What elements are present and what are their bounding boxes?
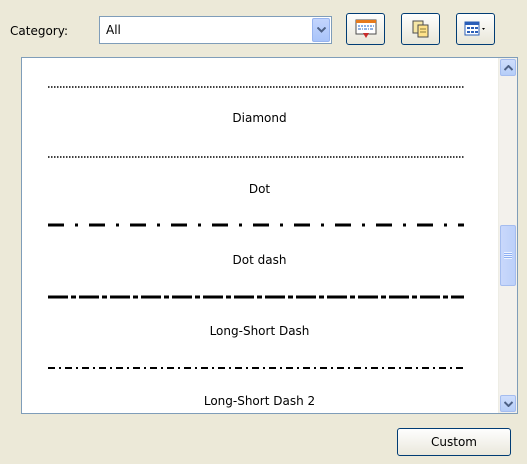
line-style-sample[interactable] <box>48 294 464 300</box>
scroll-up-button[interactable] <box>500 59 516 76</box>
line-styles-button[interactable] <box>346 13 385 45</box>
chevron-down-icon <box>503 400 513 407</box>
line-style-name[interactable]: Long-Short Dash <box>22 324 497 338</box>
category-label: Category: <box>10 24 68 38</box>
line-style-list[interactable]: Diamond Dot Dot dash Long-Short Dash Lon… <box>21 57 518 414</box>
line-style-name[interactable]: Dot dash <box>22 253 497 267</box>
line-style-name[interactable]: Diamond <box>22 111 497 125</box>
scroll-down-button[interactable] <box>500 395 516 412</box>
copy-pages-icon <box>412 20 428 38</box>
line-style-items: Diamond Dot Dot dash Long-Short Dash Lon… <box>22 58 497 413</box>
copy-pages-button[interactable] <box>401 13 440 45</box>
line-style-name[interactable]: Dot <box>22 182 497 196</box>
line-style-sample[interactable] <box>48 365 464 371</box>
line-style-sample[interactable] <box>48 154 464 160</box>
line-style-sample[interactable] <box>48 84 464 90</box>
dropdown-arrow-button[interactable] <box>312 18 330 42</box>
line-style-sample[interactable] <box>48 222 464 228</box>
vertical-scrollbar[interactable] <box>498 58 517 413</box>
category-combobox[interactable]: All <box>99 16 332 44</box>
category-value: All <box>106 23 121 37</box>
custom-button[interactable]: Custom <box>397 428 511 456</box>
line-styles-icon <box>355 19 376 38</box>
scroll-thumb[interactable] <box>500 225 516 286</box>
chevron-down-icon <box>316 27 326 33</box>
grid-view-dropdown-icon <box>464 21 485 36</box>
view-options-button[interactable] <box>456 13 495 45</box>
chevron-up-icon <box>503 64 513 71</box>
grip-icon <box>504 252 512 259</box>
line-style-name[interactable]: Long-Short Dash 2 <box>22 394 497 408</box>
